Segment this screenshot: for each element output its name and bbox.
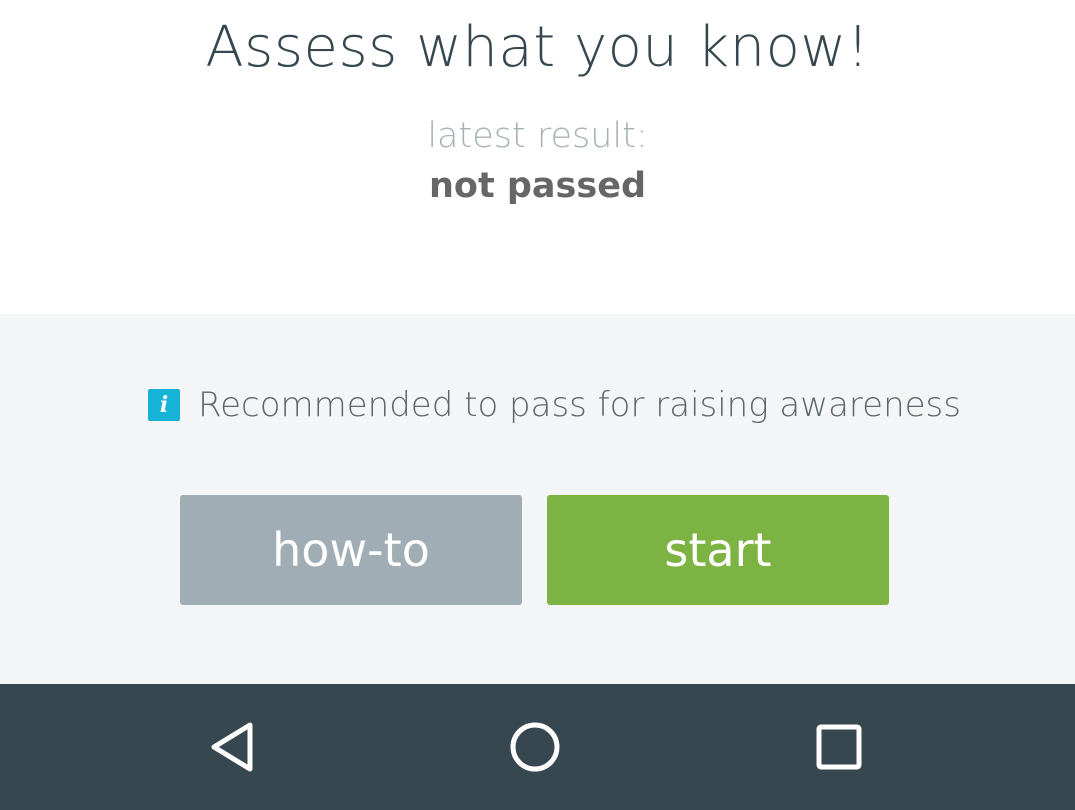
recents-square-icon: [816, 724, 862, 770]
start-button[interactable]: start: [547, 495, 889, 605]
howto-button[interactable]: how-to: [180, 495, 522, 605]
back-triangle-icon: [211, 722, 253, 772]
recommendation-note: i Recommended to pass for raising awaren…: [148, 383, 961, 427]
back-button[interactable]: [172, 684, 292, 810]
page-title: Assess what you know!: [205, 15, 870, 80]
info-icon: i: [148, 389, 180, 421]
actions-section: [0, 314, 1075, 684]
recents-button[interactable]: [779, 684, 899, 810]
home-circle-icon: [510, 722, 560, 772]
recommendation-text: Recommended to pass for raising awarenes…: [198, 385, 961, 425]
latest-result-label: latest result:: [427, 116, 648, 156]
result-header-section: Assess what you know! latest result: not…: [0, 0, 1075, 314]
latest-result-value: not passed: [428, 166, 646, 206]
home-button[interactable]: [475, 684, 595, 810]
android-navigation-bar: [0, 684, 1075, 810]
